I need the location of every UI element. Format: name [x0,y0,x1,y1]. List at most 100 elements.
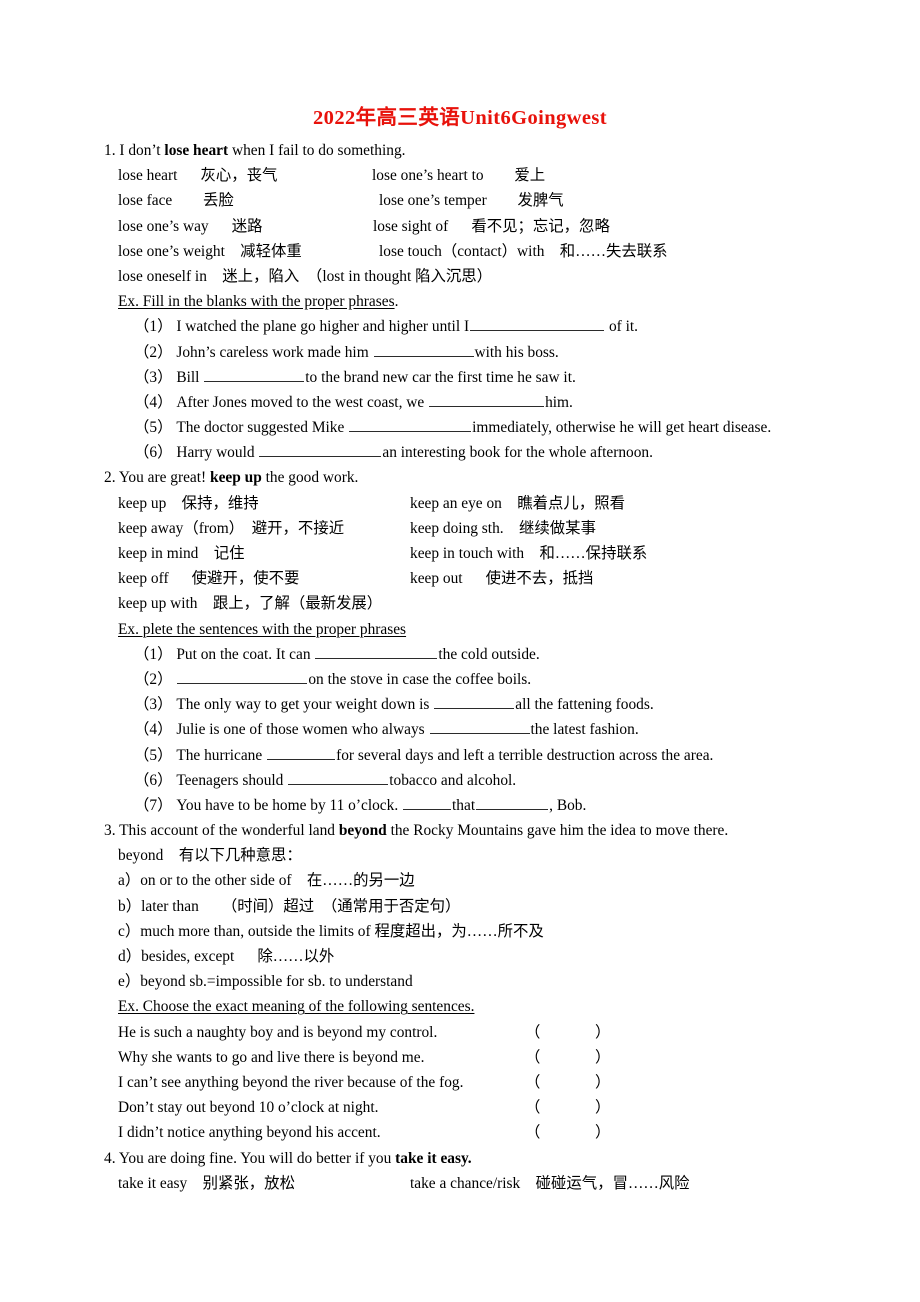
exercise-item-text: The hurricane [176,746,267,764]
exercise-label-text: Ex. Choose the exact meaning of the foll… [118,998,475,1016]
exercise-item: （1） I watched the plane go higher and hi… [0,314,920,339]
exercise-item: （3） The only way to get your weight down… [0,692,920,717]
vocab-left: lose one’s weight 减轻体重 [118,242,302,260]
answer-paren-right[interactable]: ） [595,1070,610,1095]
answer-paren-left: （ [525,1124,541,1142]
vocab-left: lose heart 灰心，丧气 [118,167,278,185]
exercise-item-text: After Jones moved to the west coast, we [176,393,429,411]
exercise-item: （6） Harry would an interesting book for … [0,440,920,465]
document-body: 1. I don’t lose heart when I fail to do … [0,138,920,1196]
exercise-item-text: Teenagers should [176,771,288,789]
answer-blank[interactable] [373,341,474,357]
exercise-item-number: （6） [134,771,177,789]
vocab-left: keep up with 跟上，了解（最新发展） [118,595,383,613]
section-heading: 1. I don’t lose heart when I fail to do … [0,138,920,163]
exercise-label: Ex. plete the sentences with the proper … [0,617,920,642]
exercise-item-number: （5） [134,746,177,764]
exercise-item-text: Put on the coat. It can [176,645,315,663]
exercise-item-text: immediately, otherwise he will get heart… [472,419,772,437]
vocab-right: lose sight of 看不见；忘记，忽略 [373,217,610,235]
exercise-label-tail: . [394,293,399,311]
heading-text: the Rocky Mountains gave him the idea to… [386,822,729,840]
vocab-row: keep up 保持，维持 keep an eye on 瞧着点儿，照看 [0,491,920,516]
answer-blank[interactable] [259,442,382,458]
exercise-item-text: all the fattening foods. [515,696,654,714]
section-number: 3. [104,822,120,840]
vocab-right: keep an eye on 瞧着点儿，照看 [410,494,625,512]
document-page: 2022年高三英语Unit6Goingwest 1. I don’t lose … [0,0,920,1302]
answer-paren-right[interactable]: ） [595,1095,610,1120]
answer-sentence-row: Don’t stay out beyond 10 o’clock at nigh… [0,1095,920,1120]
answer-blank[interactable] [288,770,389,785]
exercise-item-text: I watched the plane go higher and higher… [176,318,470,336]
answer-blank[interactable] [429,719,530,735]
answer-blank[interactable] [403,795,452,810]
exercise-item-text: Bill [176,368,204,386]
vocab-row: lose face 丢脸 lose one’s temper 发脾气 [0,188,920,213]
answer-blank[interactable] [204,367,305,382]
exercise-item-text: You have to be home by 11 o’clock. [176,796,403,814]
answer-blank[interactable] [177,669,308,684]
answer-blank[interactable] [434,694,515,710]
exercise-item-text: tobacco and alcohol. [389,771,517,789]
exercise-item: （3） Bill to the brand new car the first … [0,365,920,390]
vocab-left: keep off 使避开，使不要 [118,570,300,588]
answer-paren-left: （ [525,1023,541,1041]
exercise-item-text: The only way to get your weight down is [176,696,434,714]
answer-paren-right[interactable]: ） [595,1020,610,1045]
answer-sentence-row: Why she wants to go and live there is be… [0,1045,920,1070]
exercise-item-number: （2） [134,670,177,688]
exercise-item-number: （2） [134,343,177,361]
exercise-item-number: （5） [134,419,177,437]
exercise-item: （4） After Jones moved to the west coast,… [0,390,920,415]
vocab-left: lose face 丢脸 [118,192,234,210]
exercise-item-text: Harry would [176,444,259,462]
exercise-item-number: （3） [134,696,177,714]
meaning-item: e）beyond sb.=impossible for sb. to under… [118,973,413,991]
vocab-row: lose one’s weight 减轻体重 lose touch（contact… [0,239,920,264]
vocab-row: keep off 使避开，使不要 keep out 使进不去，抵挡 [0,566,920,591]
heading-text: when I fail to do something. [228,142,406,159]
answer-sentence-row: He is such a naughty boy and is beyond m… [0,1020,920,1045]
vocab-right: lose touch（contact）with 和……失去联系 [379,242,668,260]
heading-keyword: take it easy. [395,1149,472,1167]
exercise-item: （1） Put on the coat. It can the cold out… [0,642,920,667]
exercise-item-number: （3） [134,368,177,386]
vocab-row: keep away（from） 避开，不接近 keep doing sth. 继续… [0,516,920,541]
answer-blank[interactable] [267,744,336,760]
answer-sentence-text: Don’t stay out beyond 10 o’clock at nigh… [118,1099,379,1117]
meaning-item: c）much more than, outside the limits of … [118,922,544,940]
heading-text: I don’t [119,142,165,159]
exercise-item: （5） The doctor suggested Mike immediatel… [0,415,920,440]
exercise-item-text: an interesting book for the whole aftern… [382,444,653,462]
answer-paren-right[interactable]: ） [595,1045,610,1070]
answer-sentence-row: I didn’t notice anything beyond his acce… [0,1120,920,1145]
answer-blank[interactable] [470,316,605,332]
exercise-label: Ex. Fill in the blanks with the proper p… [0,289,920,314]
vocab-left: lose oneself in 迷上，陷入 （lost in thought 陷… [118,267,493,285]
answer-blank[interactable] [476,795,549,810]
exercise-item-number: （4） [134,393,177,411]
exercise-item-text: of it. [605,318,639,336]
exercise-item-text: that [452,796,476,814]
answer-blank[interactable] [349,417,472,433]
meaning-item: a）on or to the other side of 在……的另一边 [118,872,415,890]
heading-text: You are great! [118,469,211,487]
answer-blank[interactable] [429,392,545,407]
answer-paren-right[interactable]: ） [595,1120,610,1145]
section-number: 2. [104,469,119,487]
exercise-item-text: the latest fashion. [530,721,639,739]
answer-blank[interactable] [315,644,438,659]
exercise-item: （2） John’s careless work made him with h… [0,340,920,365]
exercise-item: （5） The hurricane for several days and l… [0,743,920,768]
vocab-left: keep away（from） 避开，不接近 [118,519,345,537]
vocab-right: keep doing sth. 继续做某事 [410,519,596,537]
answer-paren-left: （ [525,1048,541,1066]
exercise-item-text: The doctor suggested Mike [176,419,349,437]
exercise-item-number: （4） [134,721,177,739]
exercise-label-text: Ex. Fill in the blanks with the proper p… [118,293,395,311]
exercise-item-number: （6） [134,444,177,462]
heading-keyword: lose heart [164,142,229,159]
vocab-right: lose one’s heart to 爱上 [372,167,546,185]
vocab-row: lose heart 灰心，丧气 lose one’s heart to 爱上 [0,163,920,188]
